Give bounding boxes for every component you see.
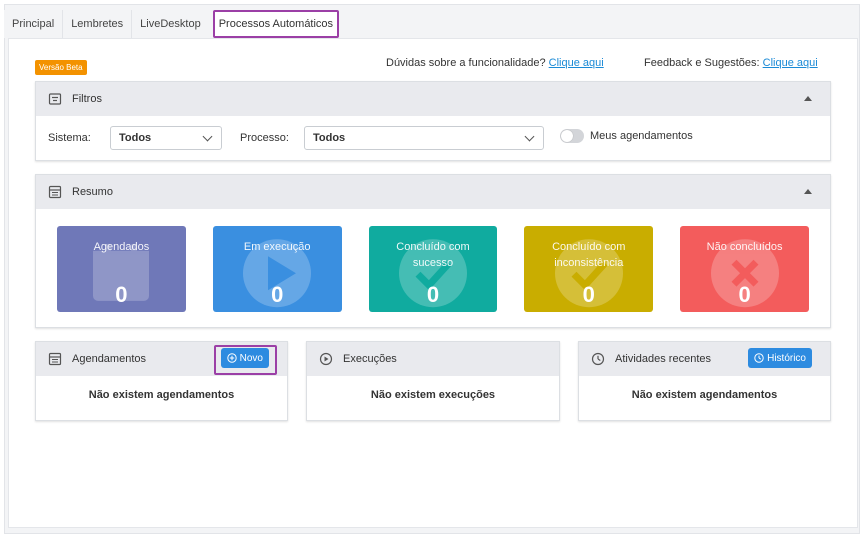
main-content: Versão Beta Dúvidas sobre a funcionalida… (8, 38, 858, 528)
card-failed-value: 0 (738, 282, 751, 307)
feedback-help: Feedback e Sugestões: Clique aqui (644, 57, 818, 69)
history-label: Histórico (767, 352, 806, 364)
card-inconsistency-title: Concluído com inconsistência (552, 241, 626, 269)
filters-row: Sistema: Todos Processo: Todos Meus agen… (36, 116, 830, 160)
feedback-text: Feedback e Sugestões: (644, 57, 760, 69)
summary-cards: Agendados 0 Em execução 0 Concluído com … (36, 209, 830, 329)
summary-title: Resumo (72, 186, 113, 198)
collapse-caret-icon[interactable] (804, 96, 812, 101)
system-select-value: Todos (119, 132, 152, 144)
schedules-empty: Não existem agendamentos (88, 389, 235, 401)
calendar-list-icon (48, 352, 62, 366)
system-label: Sistema: (48, 132, 91, 144)
executions-header: Execuções (307, 342, 559, 376)
summary-icon (48, 185, 62, 199)
history-button[interactable]: Histórico (748, 348, 812, 368)
executions-empty: Não existem execuções (370, 389, 496, 401)
recent-panel: Atividades recentes Histórico Não existe… (578, 341, 831, 421)
clock-icon (754, 353, 764, 363)
recent-empty: Não existem agendamentos (631, 389, 778, 401)
system-select[interactable]: Todos (110, 126, 222, 150)
card-running-value: 0 (271, 282, 284, 307)
card-scheduled-value: 0 (115, 282, 128, 307)
filters-header[interactable]: Filtros (36, 82, 830, 116)
doubts-text: Dúvidas sobre a funcionalidade? (386, 57, 546, 69)
filters-panel: Filtros Sistema: Todos Processo: Todos M… (35, 81, 831, 161)
beta-badge: Versão Beta (35, 60, 87, 75)
recent-title: Atividades recentes (615, 353, 711, 365)
clock-icon (591, 352, 605, 366)
card-success-value: 0 (426, 282, 440, 307)
card-scheduled[interactable]: Agendados 0 (57, 226, 186, 312)
my-schedules-label: Meus agendamentos (590, 129, 693, 142)
doubts-help: Dúvidas sobre a funcionalidade? Clique a… (386, 57, 604, 69)
feedback-link[interactable]: Clique aqui (763, 57, 818, 69)
summary-panel: Resumo Agendados 0 Em execução 0 Concluí… (35, 174, 831, 328)
tab-principal[interactable]: Principal (4, 10, 64, 38)
process-select-value: Todos (313, 132, 346, 144)
card-inconsistency-value: 0 (582, 282, 595, 307)
doubts-link[interactable]: Clique aqui (549, 57, 604, 69)
card-success[interactable]: Concluído com sucesso 0 (368, 226, 498, 312)
highlight-new-button (214, 345, 277, 375)
card-failed-title: Não concluídos (706, 241, 783, 253)
collapse-caret-icon[interactable] (804, 189, 812, 194)
recent-header: Atividades recentes Histórico (579, 342, 830, 376)
process-label: Processo: (240, 132, 289, 144)
card-running-title: Em execução (243, 241, 311, 253)
filter-icon (48, 92, 62, 106)
filters-title: Filtros (72, 93, 102, 105)
card-running[interactable]: Em execução 0 (212, 226, 342, 312)
tab-livedesktop[interactable]: LiveDesktop (132, 10, 209, 38)
chevron-down-icon (202, 131, 213, 142)
my-schedules-toggle[interactable] (560, 128, 584, 143)
card-scheduled-title: Agendados (93, 241, 150, 253)
executions-panel: Execuções Não existem execuções (306, 341, 560, 421)
chevron-down-icon (524, 131, 535, 142)
play-circle-icon (319, 352, 333, 366)
summary-header[interactable]: Resumo (36, 175, 830, 209)
executions-title: Execuções (343, 353, 397, 365)
tab-lembretes[interactable]: Lembretes (63, 10, 133, 38)
card-success-title: Concluído com sucesso (396, 241, 470, 269)
tab-bar: Principal Lembretes LiveDesktop Processo… (4, 10, 340, 38)
process-select[interactable]: Todos (304, 126, 544, 150)
my-schedules-toggle-group: Meus agendamentos (560, 128, 693, 143)
schedules-title: Agendamentos (72, 353, 146, 365)
card-failed[interactable]: Não concluídos 0 (680, 226, 809, 312)
card-inconsistency[interactable]: Concluído com inconsistência 0 (524, 226, 654, 312)
tab-processos-automaticos[interactable]: Processos Automáticos (212, 10, 340, 38)
